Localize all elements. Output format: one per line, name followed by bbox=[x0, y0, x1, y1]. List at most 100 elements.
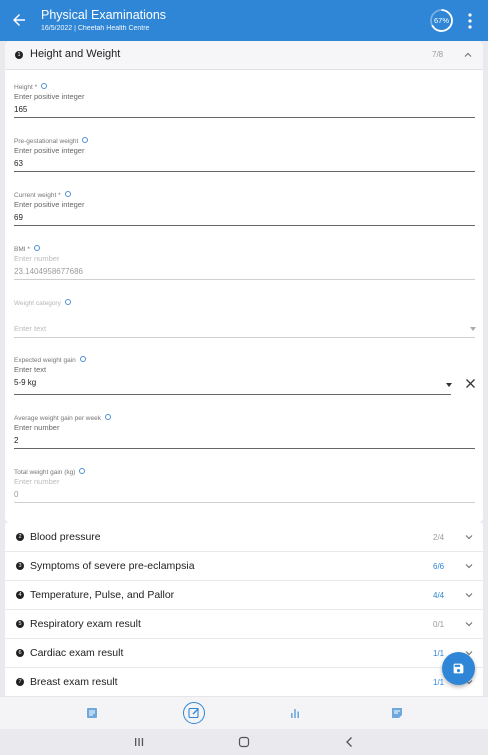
clear-icon[interactable] bbox=[465, 378, 476, 389]
section-title: Blood pressure bbox=[30, 531, 101, 543]
section-row-blood-pressure[interactable]: 2 Blood pressure 2/4 bbox=[5, 523, 483, 551]
field-label: BMI * bbox=[14, 246, 30, 253]
field-total-weight-gain: Total weight gain (kg) Enter number 0 bbox=[14, 468, 475, 505]
info-icon[interactable] bbox=[64, 299, 71, 306]
section-row-breast-exam-result[interactable]: 7 Breast exam result 1/1 bbox=[5, 668, 483, 696]
section-count: 6/6 bbox=[433, 562, 445, 571]
field-underline bbox=[14, 225, 475, 226]
app-bar: Physical Examinations 16/5/2022 | Cheeta… bbox=[0, 0, 488, 41]
save-icon bbox=[453, 663, 464, 674]
section-title: Height and Weight bbox=[30, 48, 121, 60]
info-icon[interactable] bbox=[82, 137, 89, 144]
info-icon[interactable] bbox=[104, 414, 111, 421]
home-icon[interactable] bbox=[237, 736, 251, 748]
field-value: 0 bbox=[14, 490, 19, 499]
info-icon[interactable] bbox=[79, 468, 86, 475]
section-number-badge: 4 bbox=[16, 591, 24, 599]
arrow-left-icon[interactable] bbox=[10, 11, 28, 29]
section-title: Temperature, Pulse, and Pallor bbox=[30, 589, 175, 601]
data-entry-icon bbox=[188, 707, 199, 719]
field-bmi: BMI * Enter number 23.1404958677686 bbox=[14, 245, 475, 282]
chevron-down-icon[interactable] bbox=[464, 590, 474, 600]
section-title: Cardiac exam result bbox=[30, 647, 124, 659]
field-underline bbox=[14, 394, 451, 395]
analytics-icon bbox=[291, 709, 299, 718]
page-subtitle: 16/5/2022 | Cheetah Health Centre bbox=[41, 25, 150, 32]
field-label: Height * bbox=[14, 84, 38, 91]
page-title: Physical Examinations bbox=[41, 8, 167, 22]
field-label: Weight category bbox=[14, 300, 61, 307]
info-icon[interactable] bbox=[79, 356, 86, 363]
field-hint: Enter number bbox=[14, 423, 60, 432]
section-row-respiratory-exam-result[interactable]: 5 Respiratory exam result 0/1 bbox=[5, 610, 483, 638]
field-value[interactable]: 63 bbox=[14, 159, 23, 168]
field-hint: Enter text bbox=[14, 365, 47, 374]
field-expected-weight-gain[interactable]: Expected weight gain Enter text 5-9 kg bbox=[14, 356, 476, 397]
field-hint: Enter number bbox=[14, 477, 60, 486]
field-underline bbox=[14, 117, 475, 118]
field-underline bbox=[14, 279, 475, 280]
field-value[interactable]: 2 bbox=[14, 436, 18, 445]
field-hint: Enter text bbox=[14, 324, 47, 333]
section-number-badge: 2 bbox=[16, 533, 24, 541]
section-count: 4/4 bbox=[433, 591, 445, 600]
notes-icon bbox=[392, 708, 402, 718]
field-height[interactable]: Height * Enter positive integer 165 bbox=[14, 83, 475, 120]
section-row-symptoms-of-severe-pre-eclampsia[interactable]: 3 Symptoms of severe pre-eclampsia 6/6 bbox=[5, 552, 483, 580]
system-navigation-bar bbox=[0, 729, 488, 755]
section-card-height-and-weight: 1 Height and Weight 7/8 Height * Enter p… bbox=[5, 41, 483, 523]
section-count: 0/1 bbox=[433, 620, 445, 629]
section-count: 1/1 bbox=[433, 678, 445, 687]
section-header-height-and-weight[interactable]: 1 Height and Weight 7/8 bbox=[5, 41, 483, 70]
nav-notes-button[interactable] bbox=[377, 697, 417, 730]
field-weight-category: Weight category Enter text bbox=[14, 299, 476, 340]
section-title: Symptoms of severe pre-eclampsia bbox=[30, 560, 195, 572]
field-label: Average weight gain per week bbox=[14, 415, 101, 422]
chevron-down-icon[interactable] bbox=[464, 532, 474, 542]
completion-percentage: 67% bbox=[433, 16, 449, 25]
section-title: Respiratory exam result bbox=[30, 618, 141, 630]
info-icon[interactable] bbox=[64, 191, 71, 198]
section-title: Breast exam result bbox=[30, 676, 118, 688]
field-label: Total weight gain (kg) bbox=[14, 469, 76, 476]
field-hint: Enter positive integer bbox=[14, 92, 85, 101]
section-number-badge: 6 bbox=[16, 649, 24, 657]
section-count: 2/4 bbox=[433, 533, 445, 542]
field-hint: Enter positive integer bbox=[14, 146, 85, 155]
field-underline bbox=[14, 502, 475, 503]
field-value[interactable]: 165 bbox=[14, 105, 27, 114]
section-number-badge: 3 bbox=[16, 562, 24, 570]
field-value[interactable]: 69 bbox=[14, 213, 23, 222]
bottom-navigation bbox=[0, 696, 488, 729]
field-underline bbox=[14, 171, 475, 172]
section-row-cardiac-exam-result[interactable]: 6 Cardiac exam result 1/1 bbox=[5, 639, 483, 667]
nav-analytics-button[interactable] bbox=[275, 697, 315, 730]
field-label: Expected weight gain bbox=[14, 357, 76, 364]
chevron-down-icon[interactable] bbox=[464, 619, 474, 629]
field-average-weight-gain-per-week[interactable]: Average weight gain per week Enter numbe… bbox=[14, 414, 475, 451]
nav-data-entry-button[interactable] bbox=[174, 697, 214, 730]
info-icon[interactable] bbox=[33, 245, 40, 252]
back-icon[interactable] bbox=[343, 736, 357, 748]
field-hint: Enter positive integer bbox=[14, 200, 85, 209]
chevron-down-icon[interactable] bbox=[464, 561, 474, 571]
nav-details-button[interactable] bbox=[72, 697, 112, 730]
field-label: Current weight * bbox=[14, 192, 61, 199]
section-number-badge: 1 bbox=[15, 51, 23, 59]
section-number-badge: 7 bbox=[16, 678, 24, 686]
field-value[interactable]: 5-9 kg bbox=[14, 378, 36, 387]
section-row-temperature-pulse-and-pallor[interactable]: 4 Temperature, Pulse, and Pallor 4/4 bbox=[5, 581, 483, 609]
more-vertical-icon[interactable] bbox=[463, 12, 477, 30]
field-pre-gestational-weight[interactable]: Pre-gestational weight Enter positive in… bbox=[14, 137, 475, 174]
info-icon[interactable] bbox=[41, 83, 48, 90]
field-current-weight[interactable]: Current weight * Enter positive integer … bbox=[14, 191, 475, 228]
section-count: 1/1 bbox=[433, 649, 445, 658]
details-icon bbox=[87, 708, 97, 718]
chevron-up-icon[interactable] bbox=[463, 50, 473, 60]
section-count: 7/8 bbox=[432, 50, 444, 59]
field-hint: Enter number bbox=[14, 254, 60, 263]
field-underline bbox=[14, 448, 475, 449]
save-button[interactable] bbox=[442, 652, 475, 685]
recents-icon[interactable] bbox=[132, 736, 146, 748]
dropdown-arrow-icon[interactable] bbox=[446, 383, 452, 387]
